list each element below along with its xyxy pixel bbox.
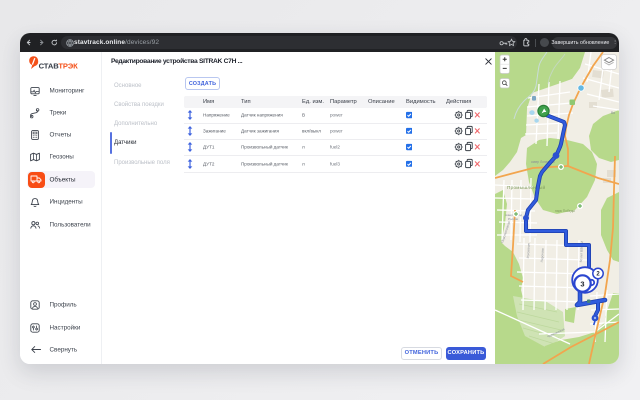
svg-text:СТАВТРЭК: СТАВТРЭК [39,62,79,71]
svg-text:Ва: Ва [611,111,615,115]
svg-text:парк Победы: парк Победы [555,209,576,213]
svg-text:Роговская: Роговская [526,243,531,258]
svg-text:России: России [508,217,518,221]
svg-text:3: 3 [580,279,584,288]
svg-text:Пирогова: Пирогова [540,248,545,262]
